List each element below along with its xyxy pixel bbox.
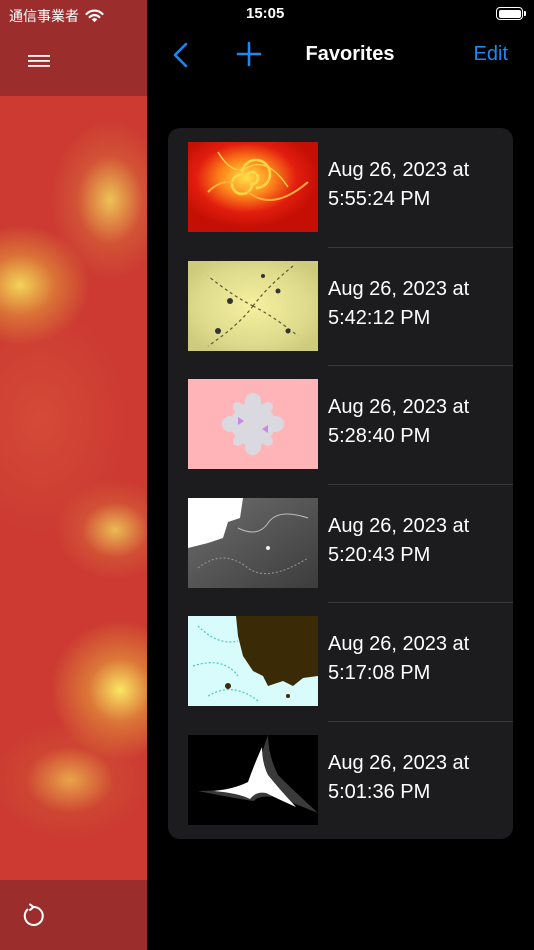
- fractal-thumbnail: [188, 142, 318, 232]
- favorite-date: Aug 26, 2023 at 5:55:24 PM: [328, 159, 470, 210]
- list-item[interactable]: Aug 26, 2023 at 5:28:40 PM: [168, 365, 513, 484]
- wifi-icon: [85, 9, 104, 23]
- favorite-date: Aug 26, 2023 at 5:20:43 PM: [328, 514, 470, 566]
- list-item[interactable]: Aug 26, 2023 at 5:01:36 PM: [168, 720, 513, 840]
- fractal-thumbnail: [188, 734, 318, 825]
- list-item[interactable]: Aug 26, 2023 at 5:20:43 PM: [168, 483, 513, 603]
- fractal-thumbnail: [188, 616, 318, 706]
- page-title: Favorites: [305, 43, 395, 65]
- favorite-date: Aug 26, 2023 at 5:17:08 PM: [328, 633, 470, 684]
- favorite-date: Aug 26, 2023 at 5:01:36 PM: [328, 751, 470, 803]
- fractal-thumbnail: [188, 379, 318, 469]
- list-item[interactable]: Aug 26, 2023 at 5:17:08 PM: [168, 602, 513, 721]
- list-item[interactable]: Aug 26, 2023 at 5:42:12 PM: [168, 246, 513, 366]
- menu-icon[interactable]: [27, 52, 51, 70]
- battery-icon: [496, 7, 526, 20]
- refresh-icon[interactable]: [20, 903, 46, 929]
- carrier-label: 通信事業者: [9, 8, 79, 24]
- fractal-thumbnail: [188, 260, 318, 351]
- favorite-date: Aug 26, 2023 at 5:28:40 PM: [328, 396, 470, 447]
- edit-button[interactable]: Edit: [474, 43, 508, 66]
- plus-icon[interactable]: [236, 41, 262, 67]
- status-time: 15:05: [246, 5, 285, 22]
- status-carrier: 通信事業者: [9, 6, 104, 26]
- fractal-thumbnail: [188, 497, 318, 588]
- favorites-list: Aug 26, 2023 at 5:55:24 PM Aug 26, 2023 …: [168, 128, 513, 839]
- list-item[interactable]: Aug 26, 2023 at 5:55:24 PM: [168, 128, 513, 247]
- favorite-date: Aug 26, 2023 at 5:42:12 PM: [328, 277, 470, 329]
- fractal-preview[interactable]: [0, 0, 147, 950]
- back-chevron-icon[interactable]: [171, 42, 191, 68]
